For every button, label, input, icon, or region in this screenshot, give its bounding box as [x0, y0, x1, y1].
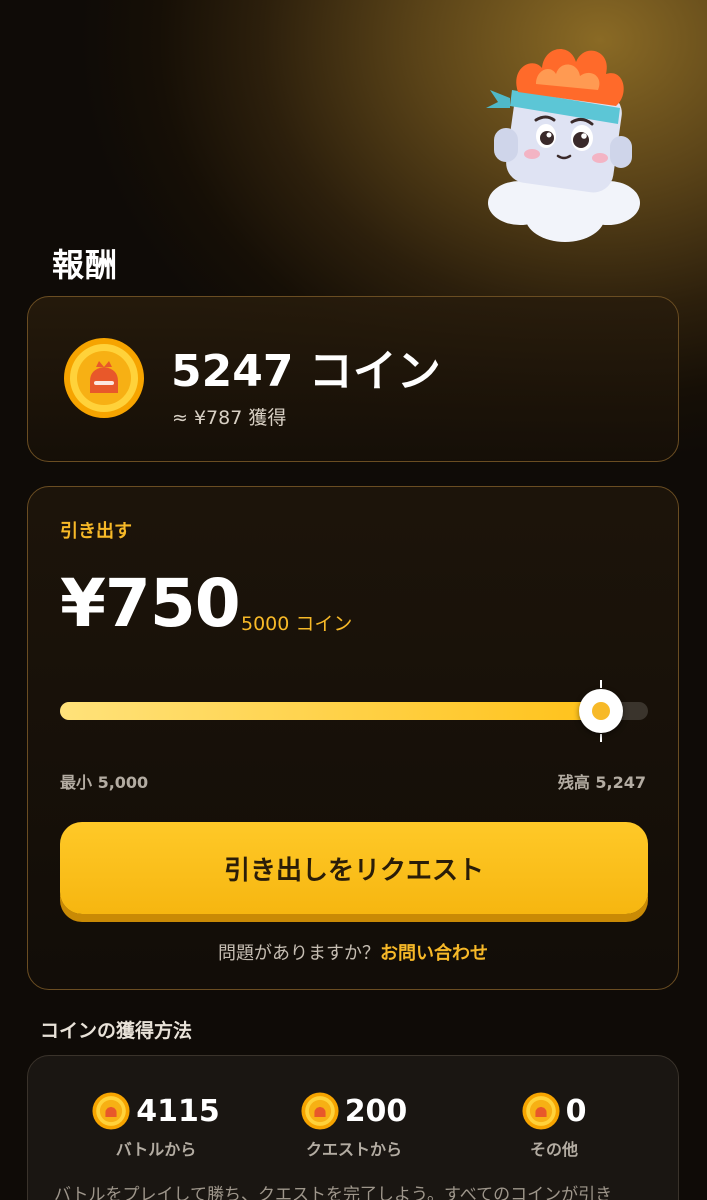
slider-max-label: 残高 5,247 [557, 773, 646, 792]
help-row: 問題がありますか？お問い合わせ [28, 939, 678, 965]
earn-value: 200 [344, 1093, 408, 1129]
withdraw-slider[interactable] [60, 680, 648, 742]
balance-card: 5247 コイン ≈ ¥787 獲得 [27, 296, 679, 462]
page-title: 報酬 [52, 246, 119, 284]
slider-fill [60, 702, 601, 720]
withdraw-label: 引き出す [60, 521, 132, 542]
withdraw-coin-amount: 5000 コイン [241, 613, 353, 635]
earn-stat-battle: 4115 バトルから [86, 1092, 226, 1160]
help-text: 問題がありますか？ [218, 943, 380, 964]
withdraw-amount: ¥750 [60, 565, 241, 642]
request-withdraw-button[interactable]: 引き出しをリクエスト [60, 822, 648, 914]
mascot-illustration [486, 49, 640, 242]
earn-value: 4115 [136, 1093, 220, 1129]
balance-yen-estimate: ≈ ¥787 獲得 [172, 407, 287, 429]
contact-link[interactable]: お問い合わせ [380, 943, 488, 964]
earn-description: バトルをプレイして勝ち、クエストを完了しよう。すべてのコインが引き [54, 1185, 613, 1200]
coin-balance: 5247 コイン [171, 346, 441, 397]
slider-thumb[interactable] [579, 689, 623, 733]
earn-label: クエストから [305, 1140, 402, 1159]
slider-tick [600, 734, 602, 742]
earn-label: その他 [529, 1140, 578, 1159]
earn-stat-other: 0 その他 [494, 1092, 614, 1160]
coin-icon [522, 1092, 560, 1130]
slider-tick [600, 680, 602, 688]
earn-label: バトルから [115, 1140, 197, 1159]
coin-icon [64, 338, 144, 418]
coin-icon [92, 1092, 130, 1130]
earn-card: 4115 バトルから 200 クエストから 0 その他 バトルをプレイして勝ち、… [27, 1055, 679, 1200]
earn-value: 0 [565, 1093, 587, 1129]
slider-min-label: 最小 5,000 [60, 773, 149, 792]
coin-icon [301, 1092, 339, 1130]
earn-stat-quest: 200 クエストから [284, 1092, 424, 1160]
withdraw-card: 引き出す ¥750 5000 コイン 最小 5,000 残高 5,247 引き出… [27, 486, 679, 990]
earn-section-title: コインの獲得方法 [40, 1020, 193, 1042]
